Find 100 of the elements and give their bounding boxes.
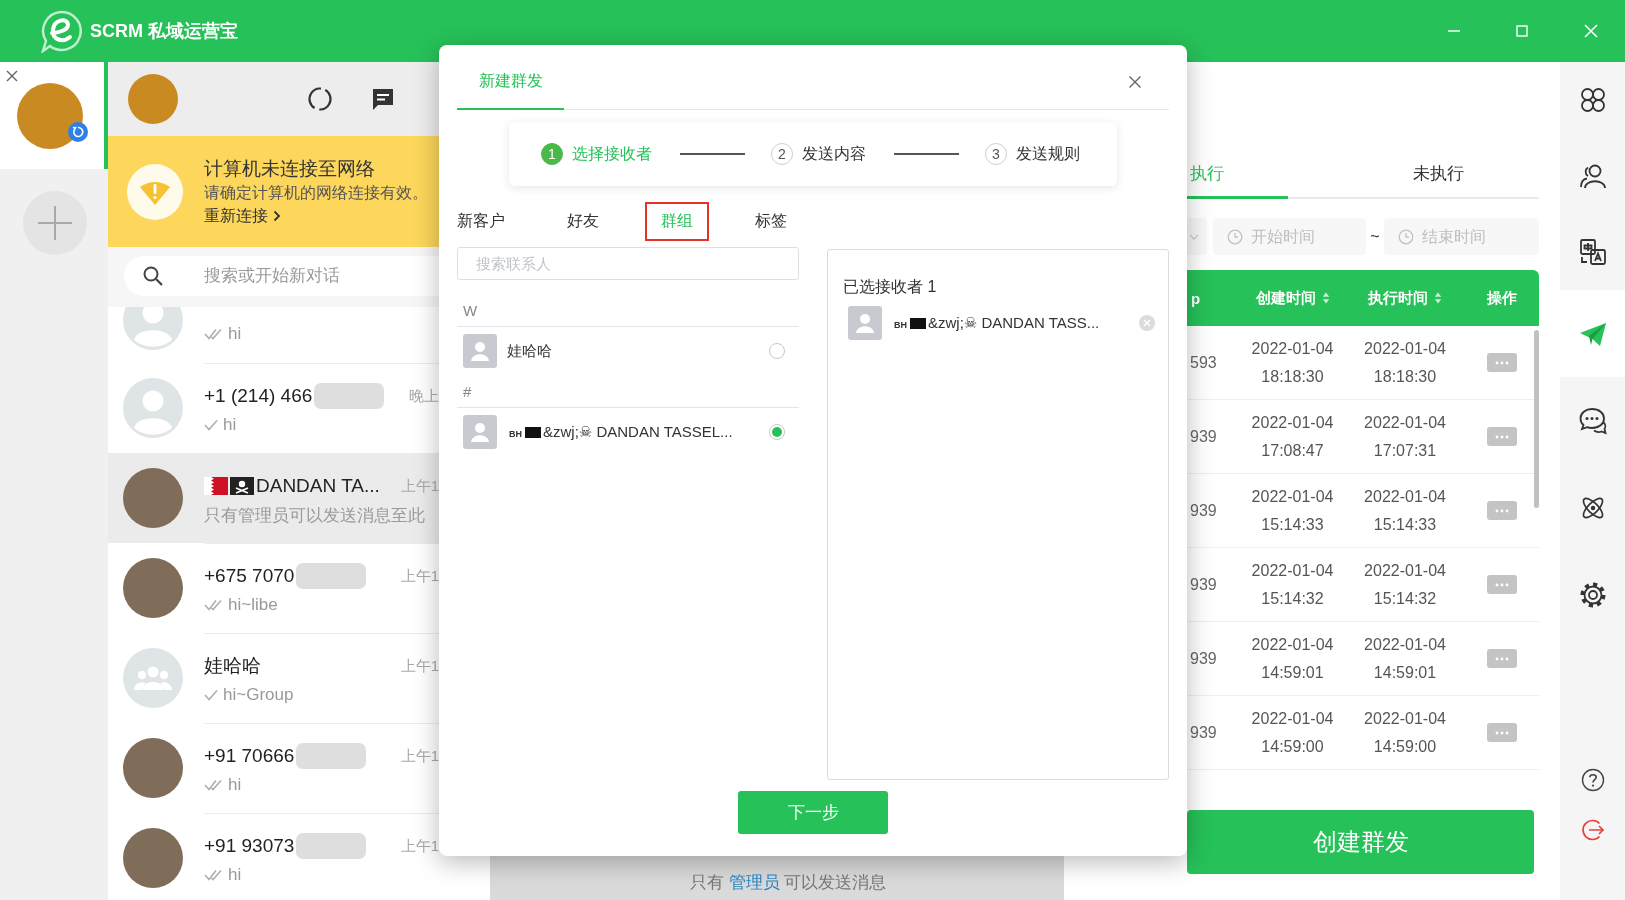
maximize-icon[interactable] xyxy=(1515,24,1529,38)
refresh-badge-icon xyxy=(68,122,88,142)
more-button[interactable] xyxy=(1487,575,1517,594)
contact-name: &zwj;☠ DANDAN TASS... xyxy=(928,314,1100,332)
help-icon[interactable] xyxy=(1580,768,1605,792)
chat-name: +1 (214) 466 xyxy=(204,385,313,407)
caret-down-icon xyxy=(1189,233,1199,240)
last-message: 只有管理员可以发送消息至此 xyxy=(204,504,425,527)
contact-row[interactable]: 娃哈哈 xyxy=(457,327,799,375)
status-select[interactable] xyxy=(1187,218,1207,255)
search-field[interactable]: 搜索联系人 xyxy=(457,247,799,280)
last-message: hi xyxy=(228,865,242,885)
wifi-warning-icon xyxy=(127,163,183,220)
chat-row[interactable]: +91 93073 上午1 hi xyxy=(108,813,439,900)
chat-name: DANDAN TA... xyxy=(256,475,380,497)
category-tab[interactable]: 新客户 xyxy=(441,202,521,241)
end-time-field[interactable]: 结束时间 xyxy=(1384,218,1539,255)
table-cell-text: 2022-01-04 17:07:31 xyxy=(1363,412,1447,461)
sort-icon[interactable] xyxy=(1321,291,1330,305)
chat-name: 娃哈哈 xyxy=(204,654,261,678)
clock-icon xyxy=(1398,228,1414,245)
chat-name: +675 7070 xyxy=(204,565,295,587)
chat-time: 上午1 xyxy=(400,656,439,676)
more-icon xyxy=(1495,582,1509,587)
step-label: 发送内容 xyxy=(802,143,866,164)
default-avatar-icon xyxy=(123,378,183,438)
table-cell-text: 939 xyxy=(1189,574,1218,595)
table-cell-text: 2022-01-04 14:59:00 xyxy=(1363,708,1447,757)
more-icon xyxy=(1495,730,1509,735)
chat-row[interactable]: DANDAN TA... 上午1 只有管理员可以发送消息至此 xyxy=(108,453,439,543)
more-button[interactable] xyxy=(1487,501,1517,520)
remove-icon[interactable] xyxy=(1139,315,1155,331)
chat-row[interactable]: +675 7070 上午1 hi~libe xyxy=(108,543,439,633)
range-separator: ~ xyxy=(1369,227,1381,246)
message-icon[interactable] xyxy=(370,86,396,112)
table-cell-text: 939 xyxy=(1189,648,1218,669)
section-letter: # xyxy=(463,382,472,400)
table-cell-text: 939 xyxy=(1189,426,1218,447)
avatar-photo xyxy=(123,558,183,618)
settings-icon xyxy=(1578,580,1607,609)
translate-icon xyxy=(1578,238,1607,266)
last-message: hi~Group xyxy=(223,685,294,705)
chat-name: +91 93073 xyxy=(204,835,295,857)
avatar-photo xyxy=(128,74,178,124)
chat-row[interactable]: 娃哈哈 上午1 hi~Group xyxy=(108,633,439,723)
double-check-icon xyxy=(204,599,224,611)
admin-only-notice: 只有 管理员 可以发送消息 xyxy=(689,871,887,894)
contact-name: &zwj;☠ DANDAN TASSEL... xyxy=(543,423,733,441)
avatar-photo xyxy=(123,738,183,798)
search-field[interactable]: 搜索或开始新对话 xyxy=(124,256,439,296)
more-icon xyxy=(1495,434,1509,439)
clock-icon xyxy=(1227,228,1243,245)
table-cell-text: 2022-01-04 18:18:30 xyxy=(1250,338,1335,387)
flag-glyph-icon xyxy=(525,426,541,438)
double-check-icon xyxy=(204,779,224,791)
last-message: hi xyxy=(223,415,237,435)
more-button[interactable] xyxy=(1487,427,1517,446)
close-icon[interactable] xyxy=(6,70,18,82)
close-icon[interactable] xyxy=(1128,75,1142,89)
chat-row[interactable]: +91 70666 上午1 hi xyxy=(108,723,439,813)
more-button[interactable] xyxy=(1487,353,1517,372)
reconnect-link[interactable]: 重新连接 xyxy=(204,203,281,228)
table-cell-text: 2022-01-04 15:14:32 xyxy=(1363,560,1447,609)
step-connector xyxy=(680,153,745,155)
table-cell-text: 939 xyxy=(1189,500,1218,521)
contact-row[interactable]: BH &zwj;☠ DANDAN TASSEL... xyxy=(457,408,799,456)
table-cell-text: 2022-01-04 14:59:00 xyxy=(1250,708,1335,757)
table-cell-text: 2022-01-04 17:08:47 xyxy=(1250,412,1335,461)
double-check-icon xyxy=(204,869,224,881)
scrollbar-thumb[interactable] xyxy=(1534,330,1539,508)
chat-time: 上午1 xyxy=(400,836,439,856)
contact-avatar-icon xyxy=(848,306,882,340)
table-cell-text: 2022-01-04 14:59:01 xyxy=(1363,634,1447,683)
logout-icon[interactable] xyxy=(1580,818,1605,842)
pirate-flag-icon xyxy=(230,477,254,495)
group-avatar-icon xyxy=(123,648,183,708)
ring-icon[interactable] xyxy=(307,86,333,112)
chat-time: 上午1 xyxy=(400,476,439,496)
contact-name: 娃哈哈 xyxy=(507,341,552,361)
chat-row[interactable]: +1 (214) 466 晚上 hi xyxy=(108,363,439,453)
check-icon xyxy=(204,419,218,431)
category-tab[interactable]: 标签 xyxy=(739,202,803,241)
tab[interactable]: 未执行 xyxy=(1288,150,1539,199)
table-cell-text: 2022-01-04 15:14:32 xyxy=(1250,560,1335,609)
start-time-field[interactable]: 开始时间 xyxy=(1213,218,1366,255)
chat-bubbles-icon xyxy=(1578,406,1607,435)
column-header: 操作 xyxy=(1487,288,1517,308)
table-cell-text: 593 xyxy=(1189,352,1218,373)
plus-icon xyxy=(36,204,74,242)
sort-icon[interactable] xyxy=(1434,291,1442,305)
double-check-icon xyxy=(204,328,224,340)
more-button[interactable] xyxy=(1487,723,1517,742)
account-item[interactable] xyxy=(0,62,108,169)
more-button[interactable] xyxy=(1487,649,1517,668)
more-icon xyxy=(1495,656,1509,661)
table-cell-text: 2022-01-04 15:14:33 xyxy=(1363,486,1447,535)
category-tab[interactable]: 好友 xyxy=(551,202,615,241)
avatar-photo xyxy=(123,828,183,888)
avatar-photo xyxy=(123,468,183,528)
bahrain-flag-icon xyxy=(204,477,228,495)
